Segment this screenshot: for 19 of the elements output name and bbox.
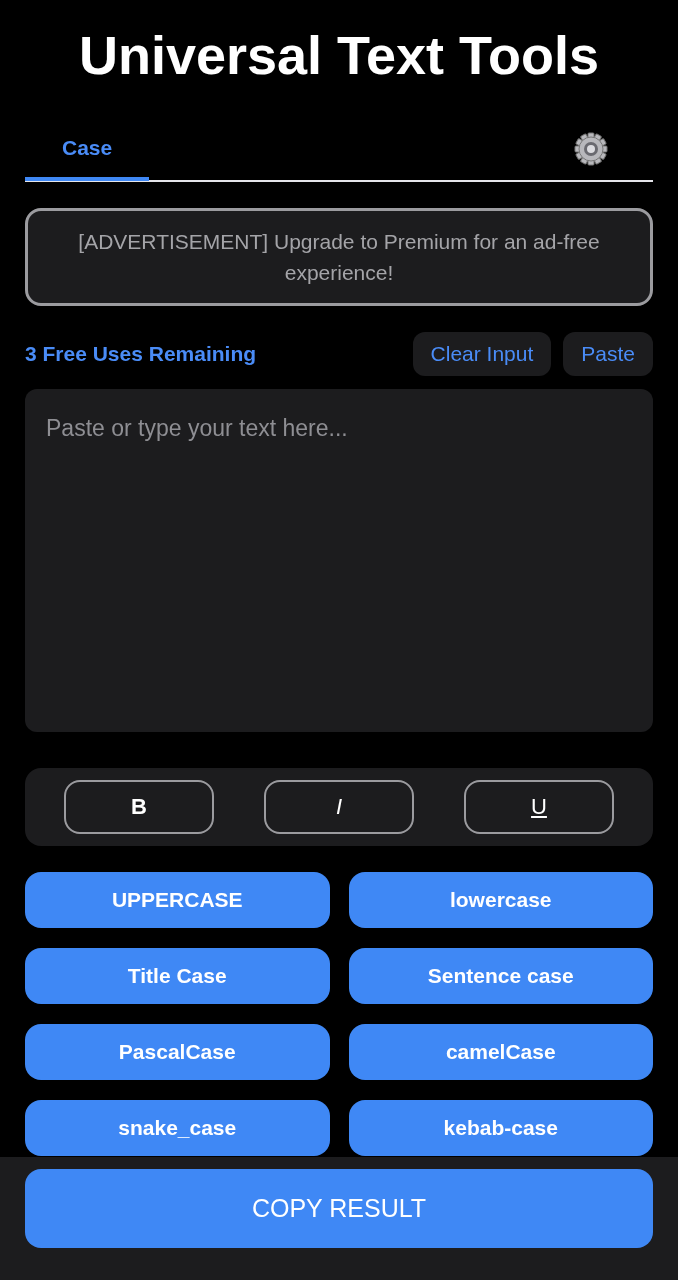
case-button[interactable]: snake_case xyxy=(25,1100,330,1156)
text-input-field[interactable]: Paste or type your text here... xyxy=(25,389,653,732)
case-button[interactable]: camelCase xyxy=(348,1024,653,1080)
app-title: Universal Text Tools xyxy=(77,24,601,87)
case-button[interactable]: PascalCase xyxy=(25,1024,330,1080)
case-button[interactable]: Sentence case xyxy=(348,948,653,1004)
case-button[interactable]: kebab-case xyxy=(348,1100,653,1156)
italic-button[interactable]: I xyxy=(264,780,414,834)
tab[interactable]: Case xyxy=(25,119,150,181)
copy-result-button[interactable]: COPY RESULT xyxy=(25,1169,653,1248)
underline-button[interactable]: U xyxy=(464,780,614,834)
free-uses-label: 3 Free Uses Remaining xyxy=(25,342,258,366)
case-button[interactable]: lowercase xyxy=(348,872,653,928)
action-button[interactable]: Paste xyxy=(563,332,653,376)
advertisement-banner: [ADVERTISEMENT] Upgrade to Premium for an ad-free experience! xyxy=(25,208,653,306)
bold-button[interactable]: B xyxy=(64,780,214,834)
case-button[interactable]: Title Case xyxy=(25,948,330,1004)
case-button[interactable]: UPPERCASE xyxy=(25,872,330,928)
action-button[interactable]: Clear Input xyxy=(412,332,552,376)
